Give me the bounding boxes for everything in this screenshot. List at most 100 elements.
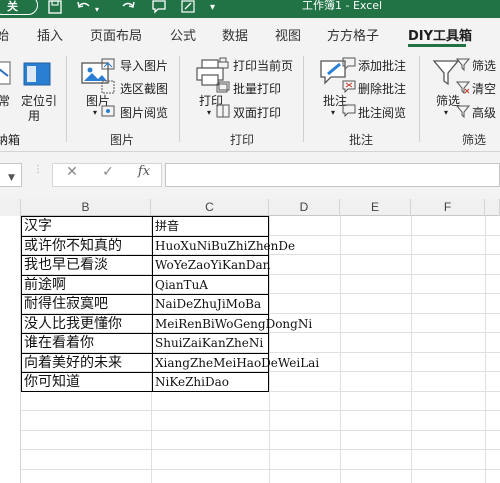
ribbon-separator: [303, 56, 304, 142]
gridline: [151, 333, 152, 353]
column-header-g[interactable]: [485, 199, 500, 216]
gridline: [340, 469, 341, 483]
tab-diy-toolbox[interactable]: DIY工具箱: [408, 25, 472, 44]
duplex-print-button[interactable]: 双面打印: [233, 104, 281, 121]
name-box-dropdown-icon[interactable]: ▼: [8, 173, 15, 183]
autosave-label: 关: [7, 0, 18, 13]
undo-icon[interactable]: [76, 0, 92, 14]
cell-b[interactable]: 耐得住寂寞吧: [24, 295, 108, 313]
import-picture-button[interactable]: 导入图片: [120, 57, 168, 74]
table-row: 你可知道 NiKeZhiDao: [0, 372, 500, 392]
gridline: [485, 411, 486, 431]
cell-c[interactable]: HuoXuNiBuZhiZhenDe: [155, 237, 295, 255]
comment-icon[interactable]: [151, 0, 167, 14]
print-current-icon: [216, 57, 230, 71]
redo-icon[interactable]: [120, 0, 136, 14]
screenshot-button[interactable]: 选区截图: [120, 80, 168, 97]
customize-qat-icon[interactable]: ▾: [210, 1, 215, 15]
clear-filter-button[interactable]: 清空: [472, 80, 496, 97]
gridline: [485, 430, 486, 450]
tab-data[interactable]: 数据: [222, 25, 248, 44]
undo-dropdown-icon[interactable]: ▾: [95, 3, 99, 17]
delete-comment-button[interactable]: 删除批注: [358, 80, 406, 97]
gridline: [411, 216, 412, 236]
gridline: [485, 313, 486, 333]
tab-page-layout[interactable]: 页面布局: [90, 25, 142, 44]
column-header-c[interactable]: C: [151, 199, 269, 216]
formula-input[interactable]: [165, 163, 500, 187]
tab-fangfang-gezi[interactable]: 方方格子: [327, 25, 379, 44]
add-comment-button[interactable]: 添加批注: [358, 57, 406, 74]
gridline: [269, 469, 270, 483]
comment-dropdown-icon[interactable]: ▾: [331, 108, 335, 117]
gridline: [485, 294, 486, 314]
locate-reference-icon[interactable]: [22, 60, 52, 91]
cell-c[interactable]: 拼音: [155, 217, 179, 235]
view-comments-button[interactable]: 批注阅览: [358, 104, 406, 121]
gridline: [411, 333, 412, 353]
cell-c[interactable]: WoYeZaoYiKanDan: [155, 256, 270, 274]
cell-c[interactable]: ShuiZaiKanZheNi: [155, 334, 263, 352]
locate-reference-button-line2[interactable]: 用: [28, 107, 40, 124]
ribbon: 常 定位引 用 纳箱 图片 ▾ 导入图片 选区截图 图片阅览 图片 打印 ▾ 打…: [0, 48, 500, 152]
cell-b[interactable]: 没人比我更懂你: [24, 315, 122, 333]
cell-b[interactable]: 你可知道: [24, 373, 80, 391]
gridline: [151, 352, 152, 372]
tab-view[interactable]: 视图: [275, 25, 301, 44]
format-icon[interactable]: [0, 60, 14, 91]
gridline: [269, 450, 270, 470]
gridline: [340, 450, 341, 470]
table-row: [0, 430, 500, 450]
group-label-comments: 批注: [349, 133, 374, 147]
cell-c[interactable]: NiKeZhiDao: [155, 373, 229, 391]
select-all-corner[interactable]: [0, 199, 21, 216]
cell-b[interactable]: 或许你不知真的: [24, 237, 122, 255]
column-header-b[interactable]: B: [21, 199, 151, 216]
title-bar: 关 ▾ ▾ 工作簿1 - Excel: [0, 0, 500, 18]
save-icon[interactable]: [48, 0, 62, 14]
g1-btn1-label[interactable]: 常: [0, 92, 10, 109]
insert-function-icon[interactable]: fx: [133, 164, 155, 184]
cell-b[interactable]: 前途啊: [24, 276, 66, 294]
cell-b[interactable]: 我也早已看淡: [24, 256, 108, 274]
gridline: [411, 274, 412, 294]
table-row: 向着美好的未来 XiangZheMeiHaoDeWeiLai: [0, 352, 500, 372]
group-label-g1: 纳箱: [0, 133, 21, 147]
cell-c[interactable]: XiangZheMeiHaoDeWeiLai: [155, 354, 319, 372]
picture-dropdown-icon[interactable]: ▾: [93, 108, 97, 117]
print-dropdown-icon[interactable]: ▾: [207, 108, 211, 117]
table-row: 或许你不知真的 HuoXuNiBuZhiZhenDe: [0, 235, 500, 255]
column-header-e[interactable]: E: [340, 199, 411, 216]
confirm-icon[interactable]: ✓: [97, 164, 119, 184]
cell-b[interactable]: 谁在看着你: [24, 334, 94, 352]
picture-viewer-button[interactable]: 图片阅览: [120, 104, 168, 121]
cell-c[interactable]: MeiRenBiWoGengDongNi: [155, 315, 312, 333]
name-box[interactable]: ▼: [0, 163, 22, 187]
cancel-icon[interactable]: ✕: [61, 164, 83, 184]
tab-insert[interactable]: 插入: [37, 25, 63, 44]
cell-b[interactable]: 汉字: [24, 217, 52, 235]
filter-item-button[interactable]: 筛选: [472, 57, 496, 74]
filter-dropdown-icon[interactable]: ▾: [444, 108, 448, 117]
advanced-filter-button[interactable]: 高级: [472, 104, 496, 121]
cell-c[interactable]: QianTuA: [155, 276, 208, 294]
edit-icon[interactable]: [181, 0, 195, 14]
splitter-handle[interactable]: ⋮: [33, 164, 44, 175]
worksheet-grid[interactable]: B C D E F 汉字 拼音或许你不知真的 HuoXuNiBuZhiZhenDe 我…: [0, 199, 500, 483]
table-row: [0, 411, 500, 431]
autosave-toggle[interactable]: 关: [0, 0, 38, 15]
column-header-bar: B C D E F: [0, 199, 500, 216]
gridline: [269, 391, 270, 411]
print-current-page-button[interactable]: 打印当前页: [233, 57, 293, 74]
gridline: [411, 294, 412, 314]
batch-print-button[interactable]: 批量打印: [233, 80, 281, 97]
cell-c[interactable]: NaiDeZhuJiMoBa: [155, 295, 261, 313]
gridline: [340, 294, 341, 314]
gridline: [151, 274, 152, 294]
tab-formulas[interactable]: 公式: [170, 25, 196, 44]
column-header-d[interactable]: D: [269, 199, 340, 216]
cell-b[interactable]: 向着美好的未来: [24, 354, 122, 372]
column-header-f[interactable]: F: [411, 199, 485, 216]
gridline: [269, 372, 270, 392]
tab-home[interactable]: 始: [0, 25, 9, 44]
